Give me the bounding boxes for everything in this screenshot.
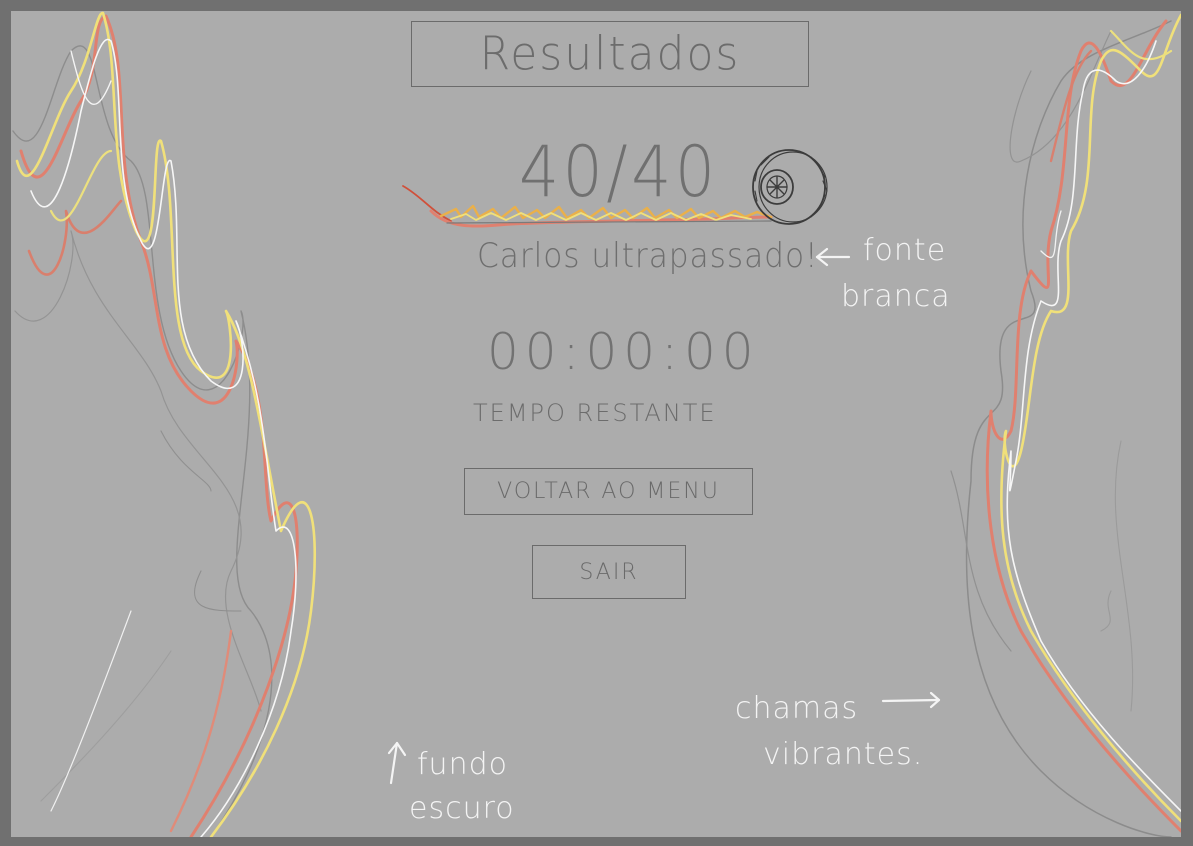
background-note-line1: fundo: [417, 747, 508, 782]
font-note-line2: branca: [841, 279, 951, 314]
arrow-right-icon: [881, 691, 941, 709]
font-note-line1: fonte: [863, 233, 947, 268]
annotation-arrows: [387, 247, 941, 785]
window-frame: Resultados 40/40 Carlos ultrapassado! 00…: [0, 0, 1193, 846]
flames-note-line2: vibrantes.: [763, 737, 924, 772]
arrow-up-icon: [387, 741, 407, 785]
background-note-line2: escuro: [409, 791, 515, 826]
results-screen: Resultados 40/40 Carlos ultrapassado! 00…: [11, 11, 1181, 837]
arrow-left-icon: [815, 247, 851, 267]
flames-note-line1: chamas: [735, 691, 859, 726]
